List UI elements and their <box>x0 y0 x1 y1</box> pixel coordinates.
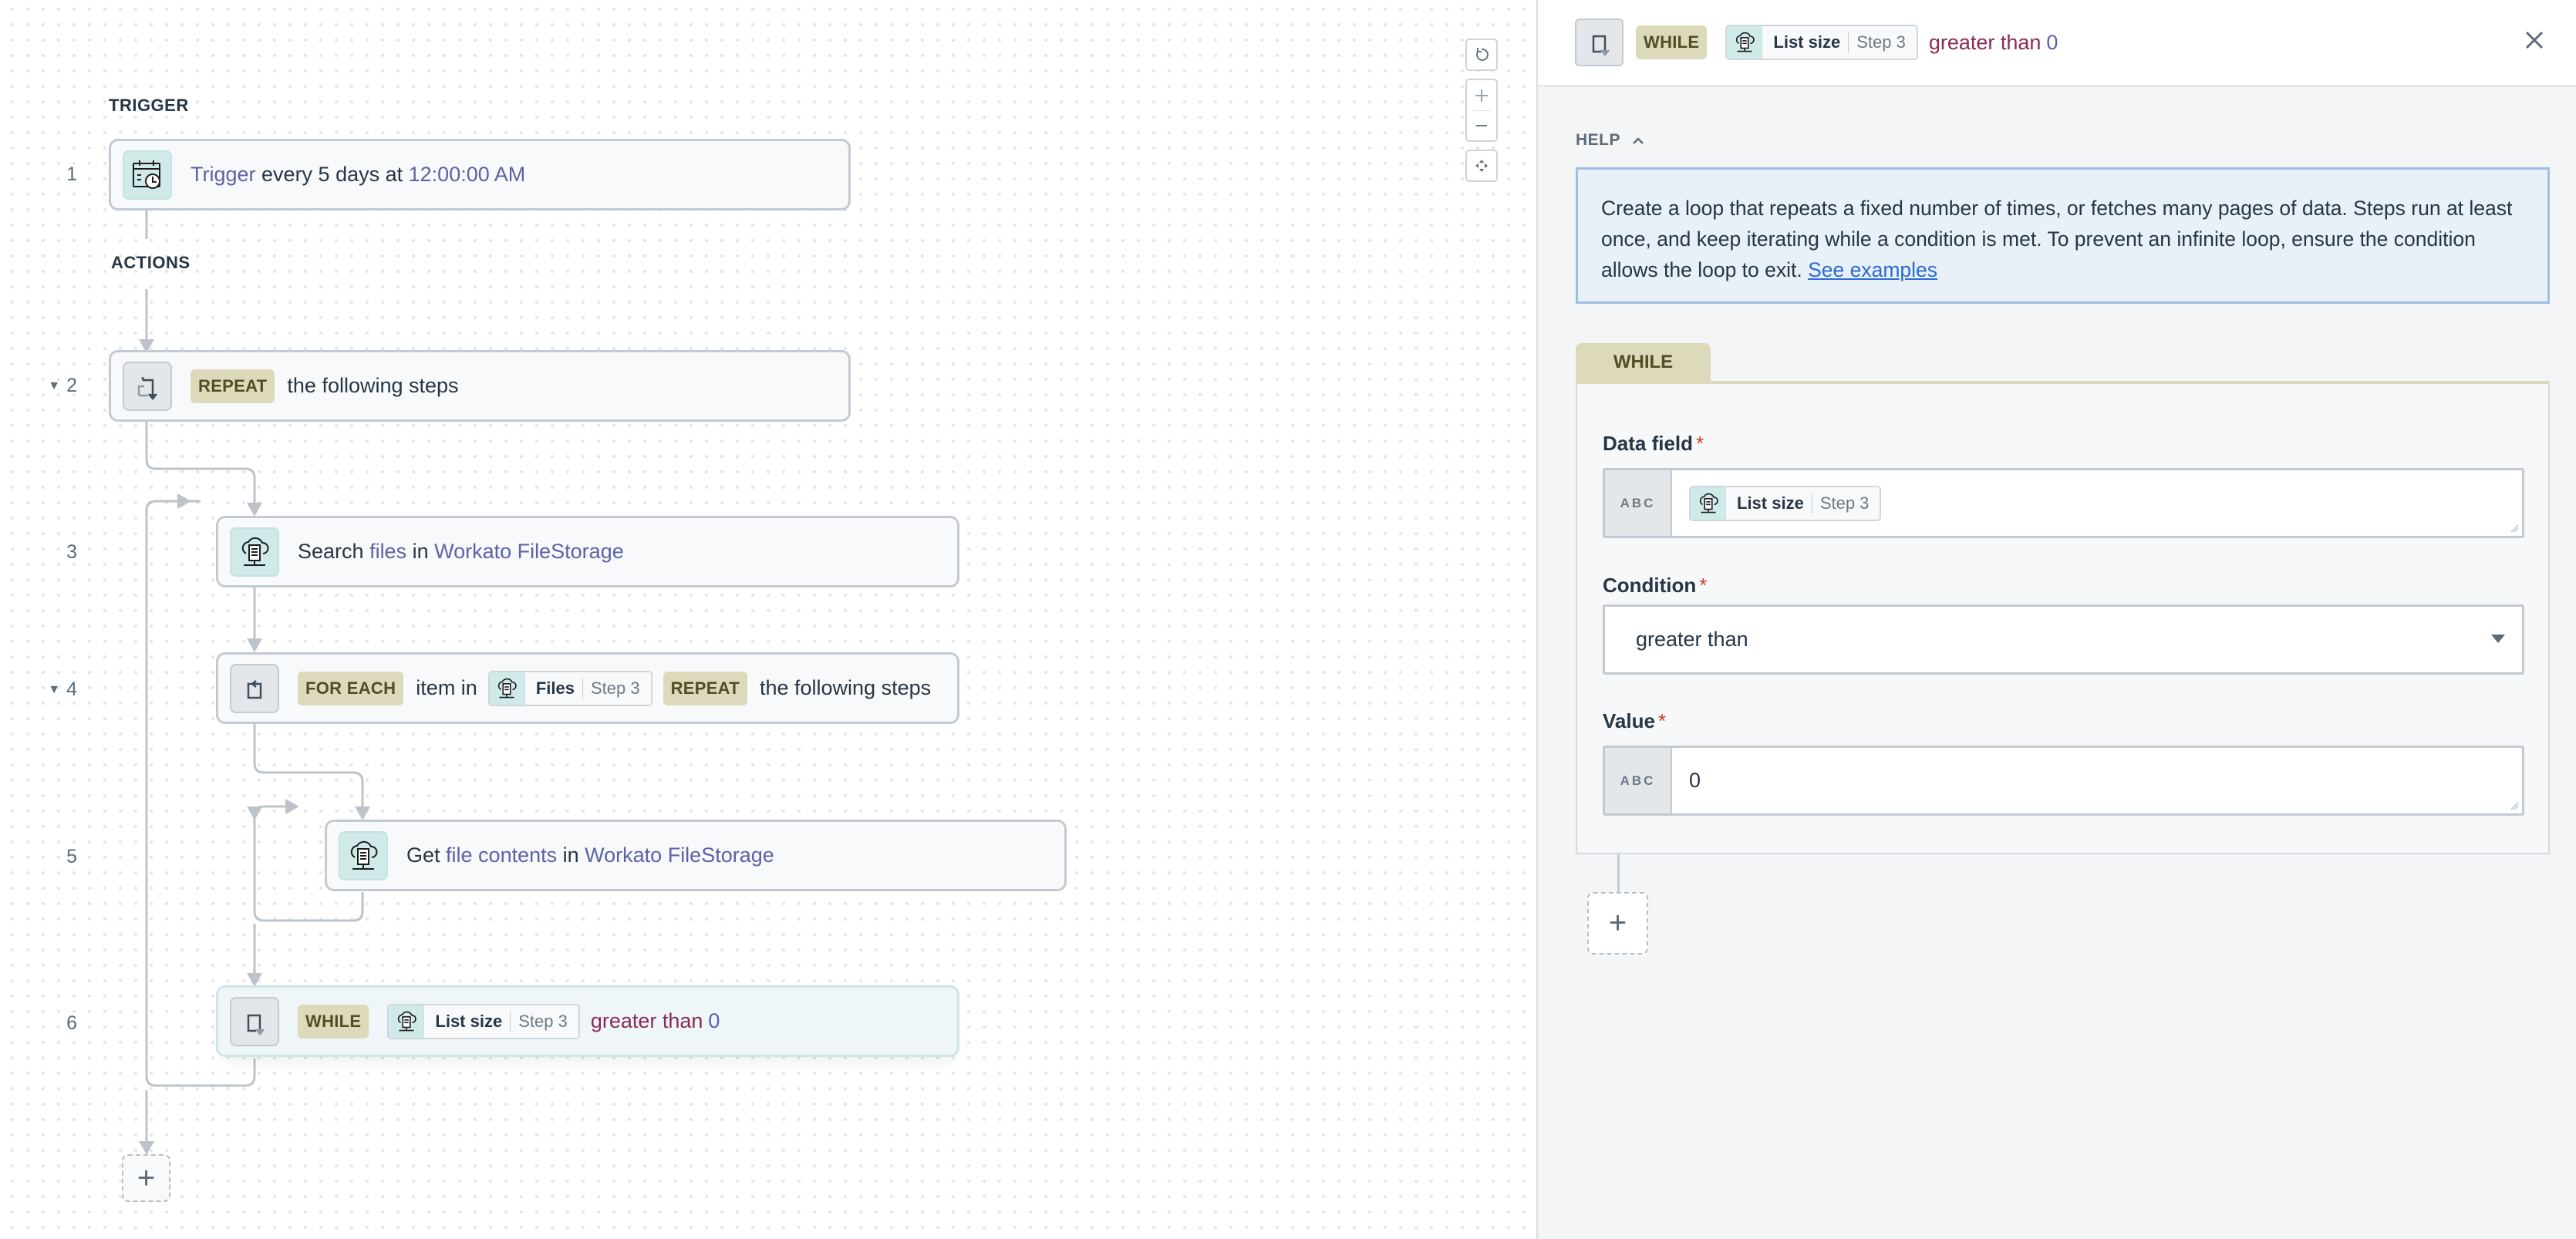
file-storage-icon <box>1691 487 1726 520</box>
field-type-badge: ABC <box>1605 470 1672 536</box>
panel-header: WHILE List size Step 3 greater than 0 <box>1538 0 2576 87</box>
connector-line <box>1617 854 1620 893</box>
step-2-repeat-card[interactable]: REPEAT the following steps <box>109 350 851 422</box>
step-6-while-card[interactable]: WHILE List size Step 3 greater than 0 <box>216 985 959 1057</box>
fit-screen-icon <box>1475 160 1488 172</box>
panel-add-step-button[interactable]: + <box>1587 892 1648 955</box>
condition-text: greater than <box>1928 30 2042 54</box>
while-form: Data field * ABC List size Step 3 Conditio… <box>1576 381 2550 854</box>
collapse-caret-icon[interactable]: ▼ <box>48 683 60 696</box>
while-loop-icon <box>230 996 279 1046</box>
connector-line <box>253 724 364 806</box>
step-number: 1 <box>66 163 77 185</box>
chevron-up-icon <box>1633 137 1644 144</box>
file-storage-icon <box>230 527 279 577</box>
field-type-badge: ABC <box>1605 748 1672 813</box>
value-input[interactable]: ABC 0 <box>1603 746 2524 816</box>
trigger-section-label: TRIGGER <box>109 96 189 115</box>
arrow-head <box>139 1141 154 1155</box>
plus-icon <box>1475 89 1488 102</box>
collapse-caret-icon[interactable]: ▼ <box>48 379 60 392</box>
resize-handle-icon[interactable] <box>2510 801 2519 810</box>
condition-select[interactable]: greater than <box>1603 604 2524 675</box>
calendar-clock-icon <box>123 150 172 200</box>
fit-to-screen-button[interactable] <box>1465 150 1498 182</box>
file-storage-icon <box>339 830 388 880</box>
step-number[interactable]: ▼ 2 <box>23 375 77 397</box>
step-5-text: Get file contents in Workato FileStorage <box>406 843 774 867</box>
step-4-foreach-card[interactable]: FOR EACH item in Files Step 3 REPEAT the … <box>216 652 959 724</box>
arrow-head <box>247 638 262 652</box>
close-icon <box>2525 31 2544 49</box>
arrow-head <box>177 493 191 509</box>
actions-section-label: ACTIONS <box>111 253 191 272</box>
zoom-in-button[interactable] <box>1467 81 1496 110</box>
datapill[interactable]: List size Step 3 <box>1725 25 1918 60</box>
zoom-buttons <box>1465 79 1498 142</box>
reset-icon <box>1476 48 1489 61</box>
keyword-badge: FOR EACH <box>298 671 404 705</box>
step-1-text: Trigger every 5 days at 12:00:00 AM <box>191 163 526 186</box>
arrow-head <box>285 799 299 814</box>
add-step-button[interactable]: + <box>122 1154 170 1202</box>
form-section-tab: WHILE <box>1576 343 1711 382</box>
foreach-loop-icon <box>230 663 279 713</box>
keyword-badge: REPEAT <box>191 369 275 403</box>
keyword-badge: WHILE <box>298 1004 369 1039</box>
help-text: Create a loop that repeats a fixed numbe… <box>1601 197 2513 281</box>
step-number: 3 <box>66 541 77 563</box>
keyword-badge: REPEAT <box>663 671 747 705</box>
file-storage-icon <box>489 672 525 705</box>
data-field-label: Data field * <box>1603 432 1704 455</box>
step-config-panel: WHILE List size Step 3 greater than 0 HEL… <box>1536 0 2576 1239</box>
value-label: Value * <box>1603 709 1667 732</box>
see-examples-link[interactable]: See examples <box>1808 258 1937 281</box>
step-number: 6 <box>66 1012 77 1034</box>
connector-line <box>145 422 256 503</box>
step-3-action-card[interactable]: Search files in Workato FileStorage <box>216 516 959 588</box>
keyword-badge: WHILE <box>1636 25 1708 59</box>
arrow-head <box>247 806 262 820</box>
file-storage-icon <box>1727 26 1763 59</box>
step-1-trigger-card[interactable]: Trigger every 5 days at 12:00:00 AM <box>109 139 851 210</box>
file-storage-icon <box>389 1005 425 1038</box>
help-box: Create a loop that repeats a fixed numbe… <box>1576 167 2550 304</box>
close-panel-button[interactable] <box>2520 26 2548 54</box>
condition-text: greater than <box>590 1009 703 1032</box>
while-loop-icon <box>1575 19 1623 66</box>
condition-label: Condition * <box>1603 574 1708 597</box>
data-field-input[interactable]: ABC List size Step 3 <box>1603 468 2524 538</box>
reset-view-button[interactable] <box>1465 39 1498 71</box>
dropdown-arrow-icon <box>2491 635 2505 643</box>
datapill[interactable]: List size Step 3 <box>387 1003 580 1039</box>
zoom-out-button[interactable] <box>1467 111 1496 140</box>
minus-icon <box>1476 124 1487 126</box>
condition-value: 0 <box>2046 30 2058 54</box>
step-2-text: the following steps <box>287 374 459 397</box>
arrow-head <box>355 806 370 820</box>
repeat-loop-icon <box>123 361 172 411</box>
help-toggle[interactable]: HELP <box>1576 131 1645 150</box>
step-5-action-card[interactable]: Get file contents in Workato FileStorage <box>325 820 1067 891</box>
step-number: 5 <box>66 846 77 867</box>
datapill[interactable]: List size Step 3 <box>1689 485 1882 521</box>
datapill[interactable]: Files Step 3 <box>487 670 652 706</box>
arrow-head <box>247 503 262 517</box>
step-number[interactable]: ▼ 4 <box>23 678 77 701</box>
condition-value: 0 <box>708 1009 720 1032</box>
resize-handle-icon[interactable] <box>2510 524 2519 533</box>
step-4-text-after: the following steps <box>759 676 932 699</box>
recipe-canvas[interactable]: TRIGGER ACTIONS 1 ▼ 2 3 ▼ 4 5 6 Trigger ev… <box>0 0 1536 1239</box>
step-3-text: Search files in Workato FileStorage <box>298 540 624 563</box>
step-4-text: item in <box>416 676 477 699</box>
